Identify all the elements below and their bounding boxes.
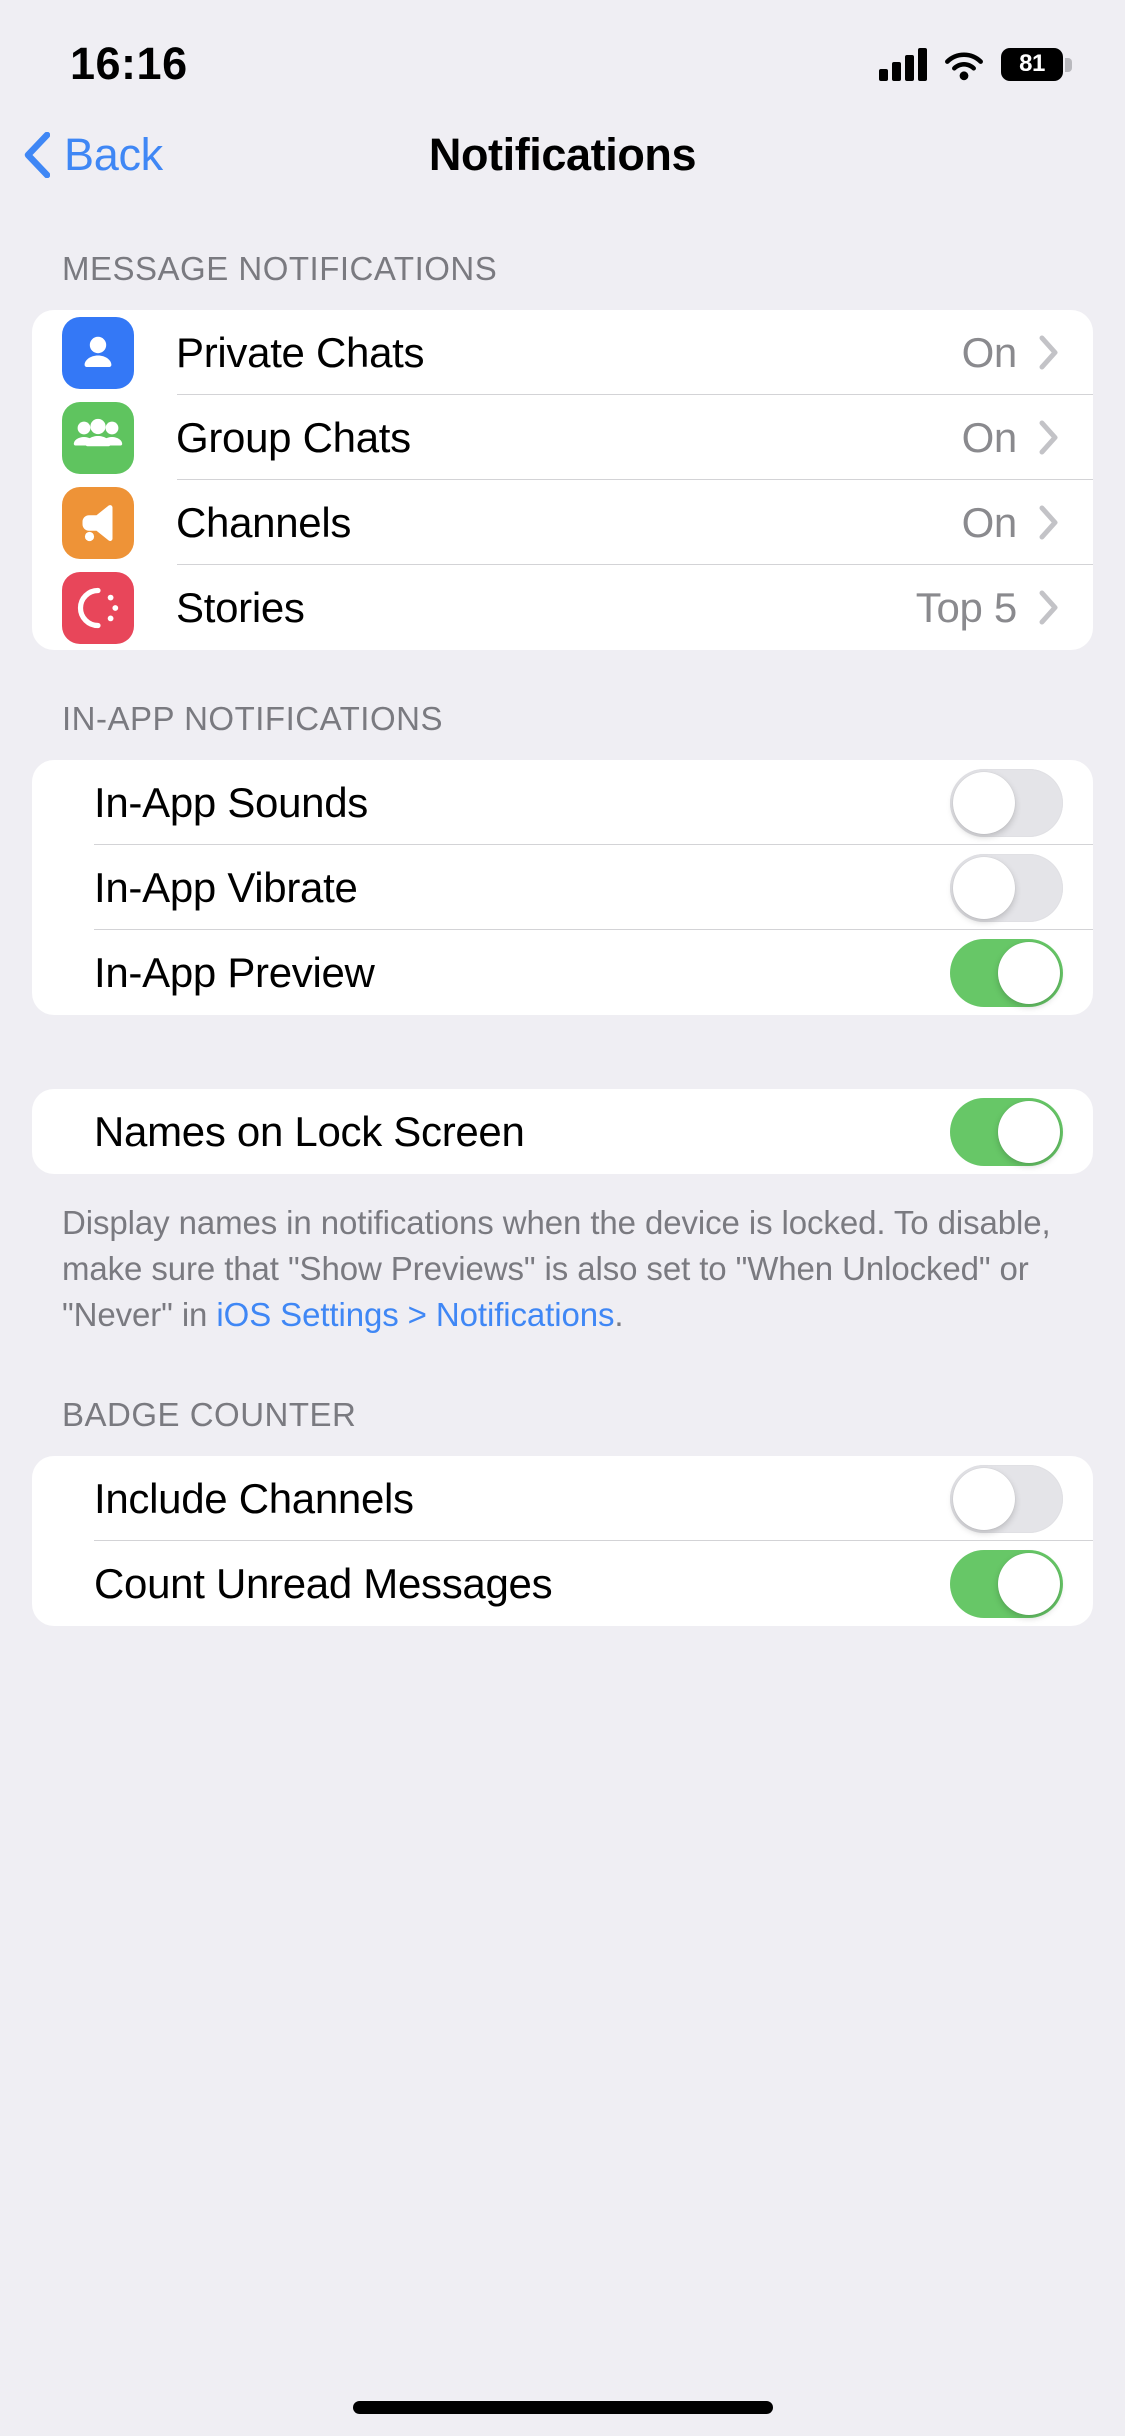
settings-scroll-area[interactable]: MESSAGE NOTIFICATIONS Private Chats On G… (0, 200, 1125, 2436)
row-in-app-preview[interactable]: In-App Preview (32, 930, 1093, 1015)
row-group-chats[interactable]: Group Chats On (32, 395, 1093, 480)
group-icon (62, 401, 134, 474)
status-bar-indicators: 81 (879, 47, 1072, 81)
row-include-channels[interactable]: Include Channels (32, 1456, 1093, 1541)
row-label: In-App Vibrate (94, 863, 358, 911)
row-label: In-App Preview (94, 948, 375, 996)
row-names-on-lock-screen[interactable]: Names on Lock Screen (32, 1089, 1093, 1174)
ios-settings-notifications-link[interactable]: iOS Settings > Notifications (216, 1296, 614, 1333)
status-bar: 16:16 81 (0, 0, 1125, 110)
names-on-lock-screen-footnote: Display names in notifications when the … (0, 1174, 1125, 1338)
chevron-right-icon (1039, 335, 1063, 370)
row-label: Include Channels (94, 1474, 414, 1522)
names-on-lock-screen-toggle[interactable] (950, 1097, 1063, 1166)
section-header-message-notifications: MESSAGE NOTIFICATIONS (62, 250, 498, 287)
row-label: Group Chats (176, 413, 411, 461)
row-label: Private Chats (176, 328, 425, 376)
section-header-badge-counter: BADGE COUNTER (62, 1396, 357, 1433)
in-app-vibrate-toggle[interactable] (950, 853, 1063, 922)
battery-level: 81 (1019, 50, 1045, 77)
chevron-right-icon (1039, 590, 1063, 625)
cellular-signal-icon (879, 47, 927, 81)
navigation-bar: Back Notifications (0, 110, 1125, 200)
page-title: Notifications (428, 129, 697, 180)
chevron-right-icon (1039, 505, 1063, 540)
section-header-in-app-notifications: IN-APP NOTIFICATIONS (62, 700, 443, 737)
row-count-unread-messages[interactable]: Count Unread Messages (32, 1541, 1093, 1626)
row-in-app-vibrate[interactable]: In-App Vibrate (32, 845, 1093, 930)
status-bar-time: 16:16 (70, 38, 188, 89)
in-app-preview-toggle[interactable] (950, 938, 1063, 1007)
wifi-icon (944, 48, 984, 81)
row-stories[interactable]: Stories Top 5 (32, 565, 1093, 650)
in-app-notifications-card: In-App Sounds In-App Vibrate In-App Prev… (32, 760, 1093, 1015)
row-value: Top 5 (915, 583, 1018, 631)
battery-icon: 81 (1001, 47, 1072, 81)
row-label: Stories (176, 583, 305, 631)
row-channels[interactable]: Channels On (32, 480, 1093, 565)
in-app-sounds-toggle[interactable] (950, 768, 1063, 837)
megaphone-icon (62, 486, 134, 559)
person-icon (62, 316, 134, 389)
stories-icon (62, 571, 134, 644)
include-channels-toggle[interactable] (950, 1464, 1063, 1533)
row-private-chats[interactable]: Private Chats On (32, 310, 1093, 395)
names-on-lock-screen-card: Names on Lock Screen (32, 1089, 1093, 1174)
chevron-right-icon (1039, 420, 1063, 455)
row-value: On (961, 413, 1018, 461)
row-in-app-sounds[interactable]: In-App Sounds (32, 760, 1093, 845)
row-label: Names on Lock Screen (94, 1107, 525, 1155)
message-notifications-card: Private Chats On Group Chats On Channels… (32, 310, 1093, 650)
row-label: Count Unread Messages (94, 1559, 553, 1607)
count-unread-messages-toggle[interactable] (950, 1549, 1063, 1618)
row-label: Channels (176, 498, 352, 546)
home-indicator (352, 2401, 773, 2414)
footnote-text-part2: . (614, 1296, 624, 1333)
row-value: On (961, 328, 1018, 376)
badge-counter-card: Include Channels Count Unread Messages (32, 1456, 1093, 1626)
row-label: In-App Sounds (94, 778, 368, 826)
row-value: On (961, 498, 1018, 546)
